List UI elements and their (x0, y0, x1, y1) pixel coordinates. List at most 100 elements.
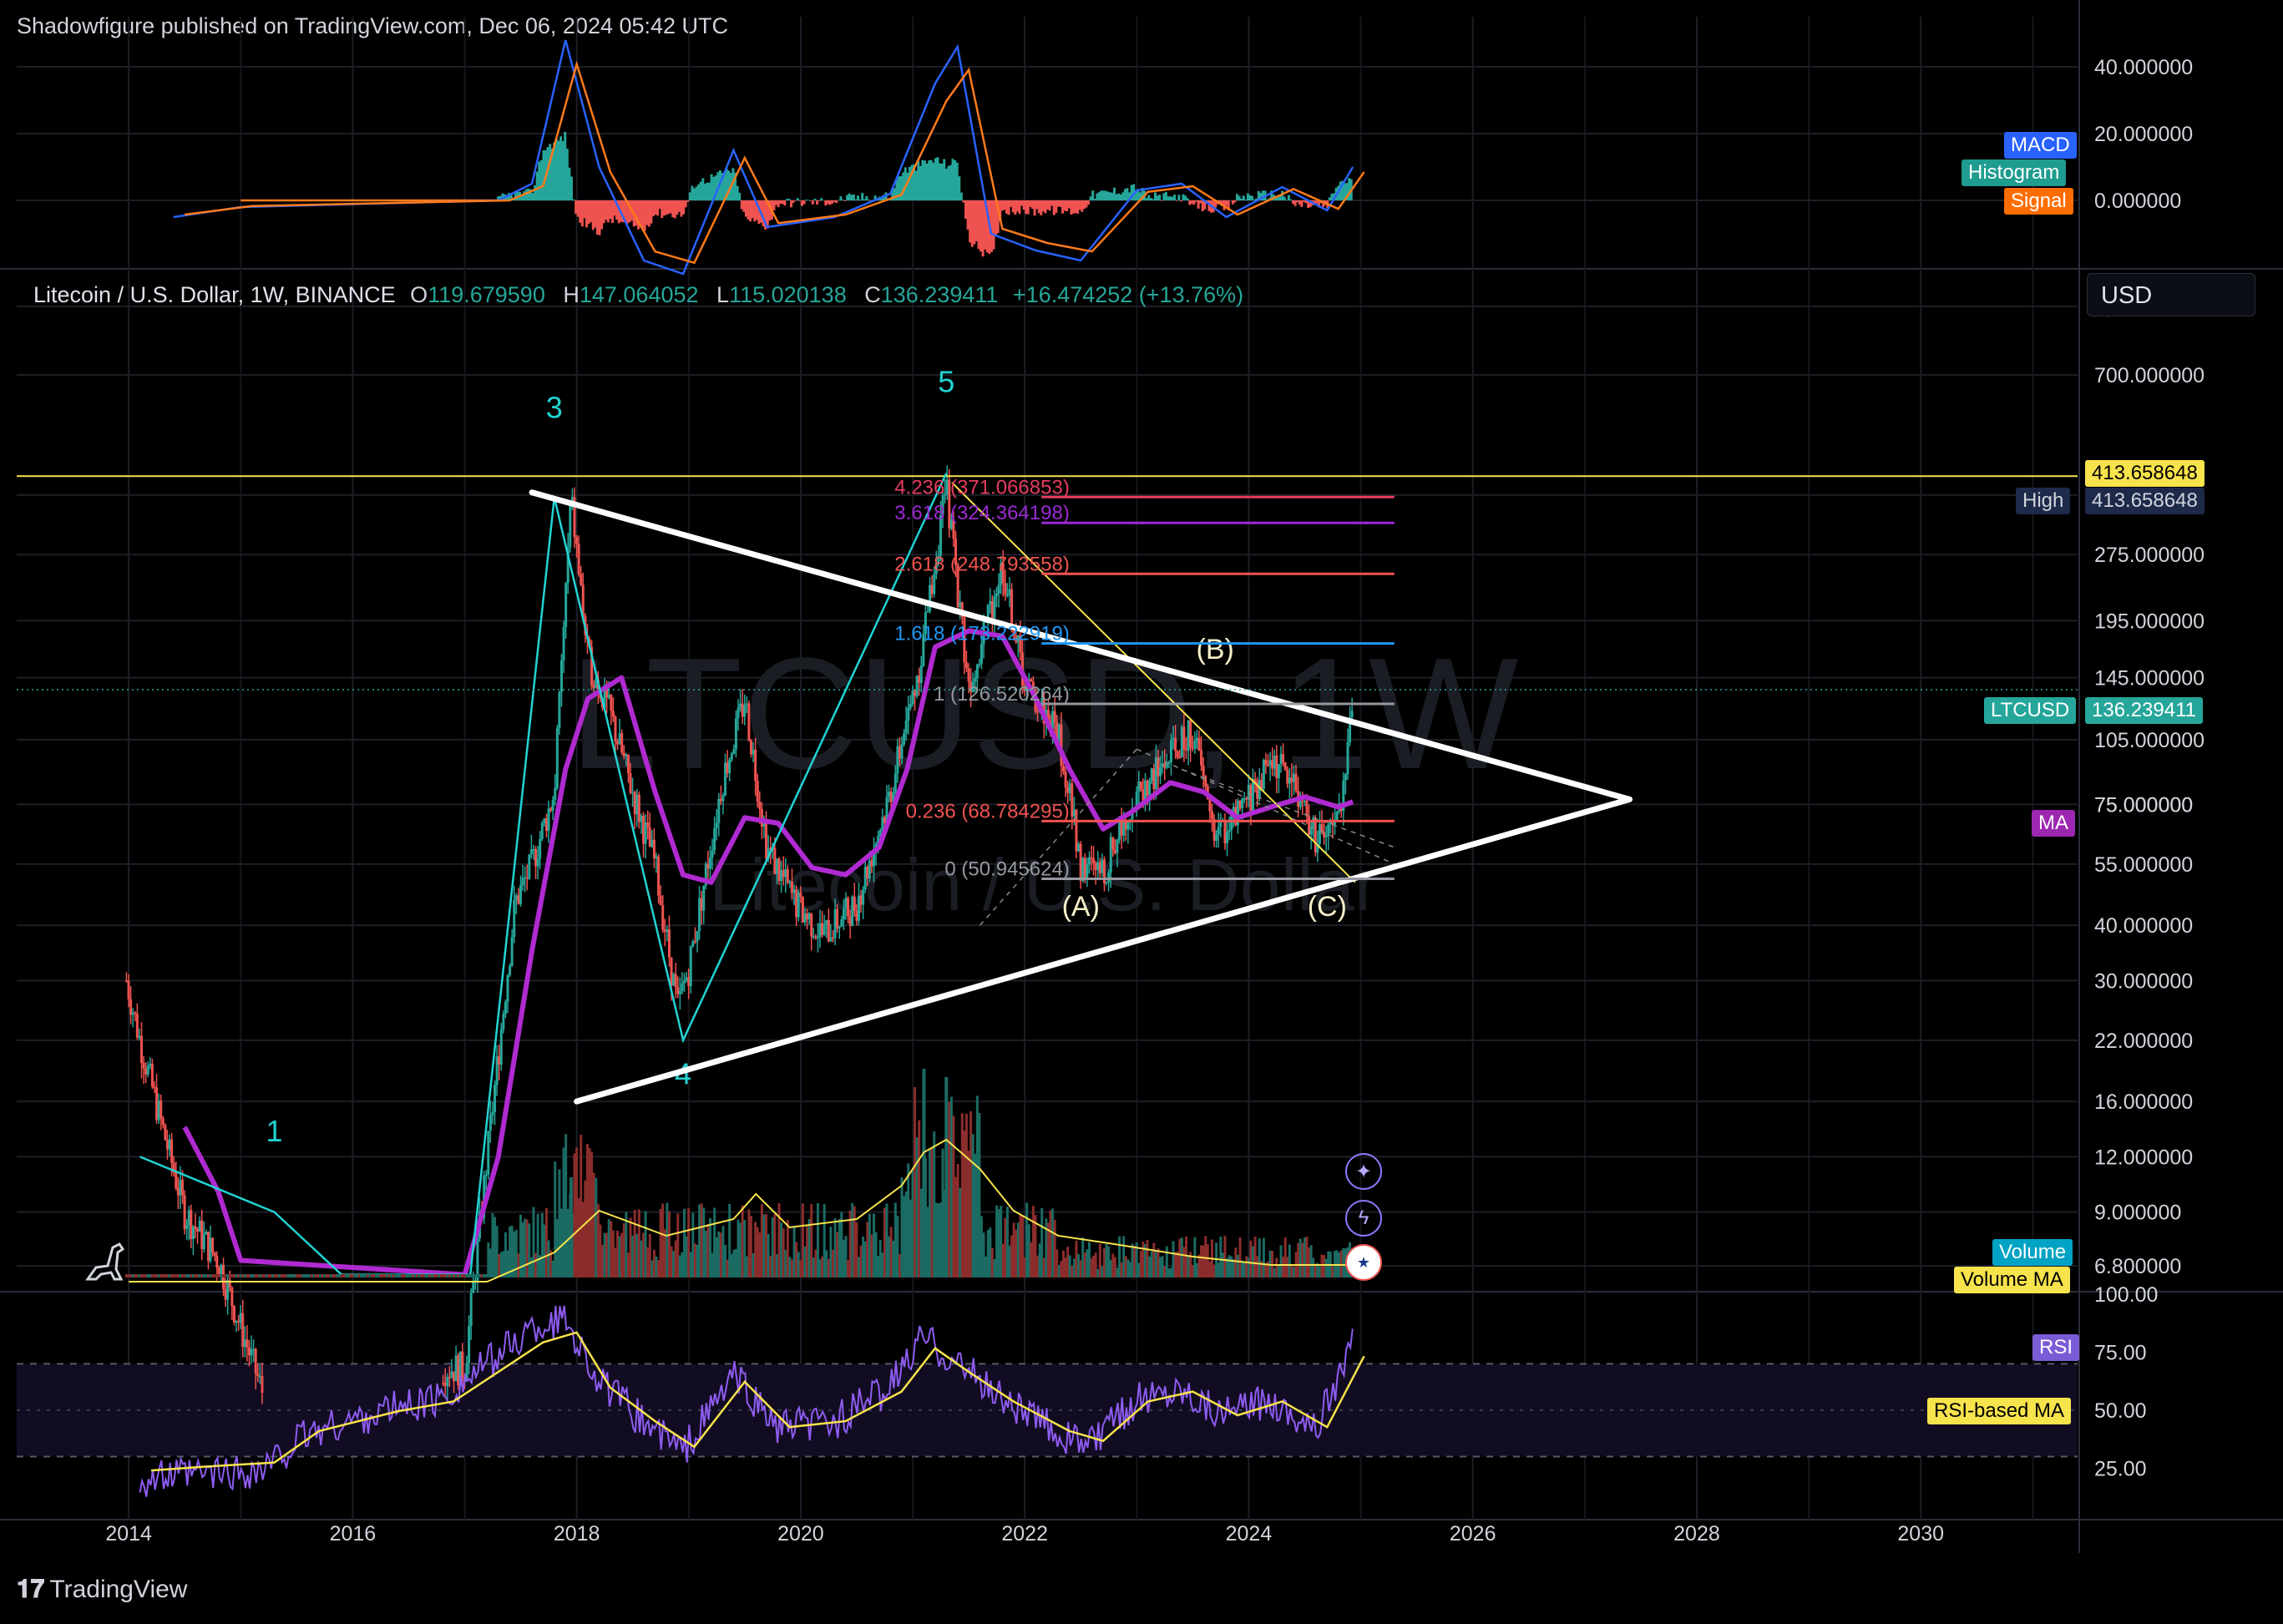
macd-histogram-bar (1040, 200, 1043, 215)
chart-canvas[interactable]: LTCUSD, 1WLitecoin / U.S. Dollar 1345(A)… (0, 0, 2283, 1624)
high-value: 147.064052 (579, 282, 699, 307)
candle-body (1292, 773, 1295, 782)
candle-body (1208, 799, 1212, 812)
macd-histogram-bar (846, 195, 849, 200)
volume-bar (291, 1274, 294, 1277)
volume-bar (196, 1274, 200, 1277)
candle-body (183, 1195, 186, 1229)
volume-bar (799, 1260, 802, 1277)
macd-histogram-bar (914, 170, 918, 200)
volume-bar (881, 1252, 884, 1277)
volume-bar (1282, 1257, 1285, 1277)
volume-bar (898, 1253, 901, 1277)
candle-body (670, 957, 673, 986)
volume-bar (1191, 1265, 1194, 1277)
macd-histogram-bar (852, 194, 855, 200)
macd-histogram-bar (682, 200, 686, 215)
volume-bar (1126, 1259, 1130, 1277)
candle-body (544, 818, 548, 832)
candle-body (1169, 740, 1172, 763)
candle-body (870, 860, 873, 867)
volume-bar (1180, 1237, 1183, 1277)
volume-bar (463, 1274, 466, 1277)
volume-bar (1208, 1261, 1212, 1277)
macd-histogram-bar (1010, 200, 1013, 207)
candle-body (652, 839, 656, 858)
macd-histogram-bar (1225, 200, 1228, 206)
candle-body (896, 746, 899, 774)
volume-bar (304, 1274, 307, 1277)
candle-body (161, 1118, 165, 1126)
sparkle-icon[interactable]: ✦ (1345, 1153, 1382, 1190)
volume-bar (1034, 1215, 1037, 1277)
candle-body (812, 936, 815, 938)
currency-button[interactable]: USD (2087, 273, 2255, 316)
volume-bar (1068, 1255, 1071, 1277)
volume-bar (948, 1101, 951, 1277)
volume-bar (1001, 1243, 1005, 1277)
macd-histogram-bar (1000, 200, 1004, 211)
dino-icon[interactable] (79, 1236, 129, 1286)
volume-bar (939, 1202, 942, 1277)
volume-bar (280, 1274, 283, 1277)
volume-bar (747, 1209, 751, 1277)
volume-bar (265, 1274, 268, 1277)
volume-bar (922, 1069, 926, 1277)
candle-body (1094, 863, 1097, 871)
candle-body (226, 1280, 230, 1300)
volume-bar (1185, 1236, 1188, 1277)
candle-body (1077, 843, 1081, 852)
footer-brand[interactable]: 𝟏𝟕 TradingView (17, 1576, 187, 1604)
volume-bar (775, 1253, 778, 1277)
volume-bar (577, 1197, 580, 1277)
candle-body (814, 936, 818, 938)
candle-body (816, 937, 819, 938)
candle-body (1118, 822, 1121, 840)
candle-body (138, 1035, 141, 1038)
volume-bar (514, 1229, 518, 1277)
volume-bar (985, 1256, 988, 1277)
volume-bar (670, 1246, 673, 1277)
signal-tag: Signal (2004, 188, 2073, 215)
fib-level-label: 0 (50.945624) (944, 858, 1069, 880)
volume-bar (314, 1274, 317, 1277)
candle-body (765, 822, 768, 859)
candle-body (689, 946, 692, 987)
volume-bar (325, 1274, 328, 1277)
candle-body (883, 817, 886, 823)
macd-histogram-bar (1074, 200, 1077, 214)
high-tag: High (2016, 488, 2071, 514)
macd-histogram-bar (831, 200, 834, 204)
candle-body (1163, 763, 1167, 768)
y-tick-label: 9.000000 (2094, 1202, 2181, 1225)
candle-body (519, 885, 522, 904)
volume-bar (964, 1113, 968, 1277)
macd-histogram-bar (1048, 200, 1051, 211)
volume-bar (431, 1274, 434, 1277)
volume-bar (1159, 1257, 1162, 1277)
macd-histogram-bar (1348, 178, 1351, 200)
candle-body (818, 923, 822, 938)
macd-histogram-bar (1201, 200, 1204, 211)
macd-histogram-bar (1066, 200, 1069, 212)
volume-bar (528, 1223, 531, 1277)
macd-histogram-bar (783, 200, 787, 206)
lightning-icon[interactable]: ϟ (1345, 1200, 1382, 1237)
volume-bar (914, 1087, 917, 1277)
candle-body (1267, 764, 1270, 766)
x-tick-label: 2020 (777, 1522, 824, 1546)
volume-bar (777, 1203, 781, 1277)
symbol-name[interactable]: Litecoin / U.S. Dollar, 1W, BINANCE (33, 282, 396, 307)
volume-bar (960, 1113, 964, 1277)
us-flag-icon[interactable]: ★ (1345, 1244, 1382, 1281)
volume-bar (1055, 1249, 1059, 1277)
volume-bar (405, 1274, 408, 1277)
volume-bar (1206, 1244, 1209, 1277)
macd-histogram-bar (1093, 199, 1096, 200)
candle-body (782, 870, 785, 878)
volume-bar (559, 1208, 563, 1277)
macd-histogram-bar (1242, 195, 1245, 200)
volume-bar (129, 1274, 133, 1277)
volume-bar (1157, 1248, 1160, 1277)
volume-bar (1169, 1267, 1172, 1277)
